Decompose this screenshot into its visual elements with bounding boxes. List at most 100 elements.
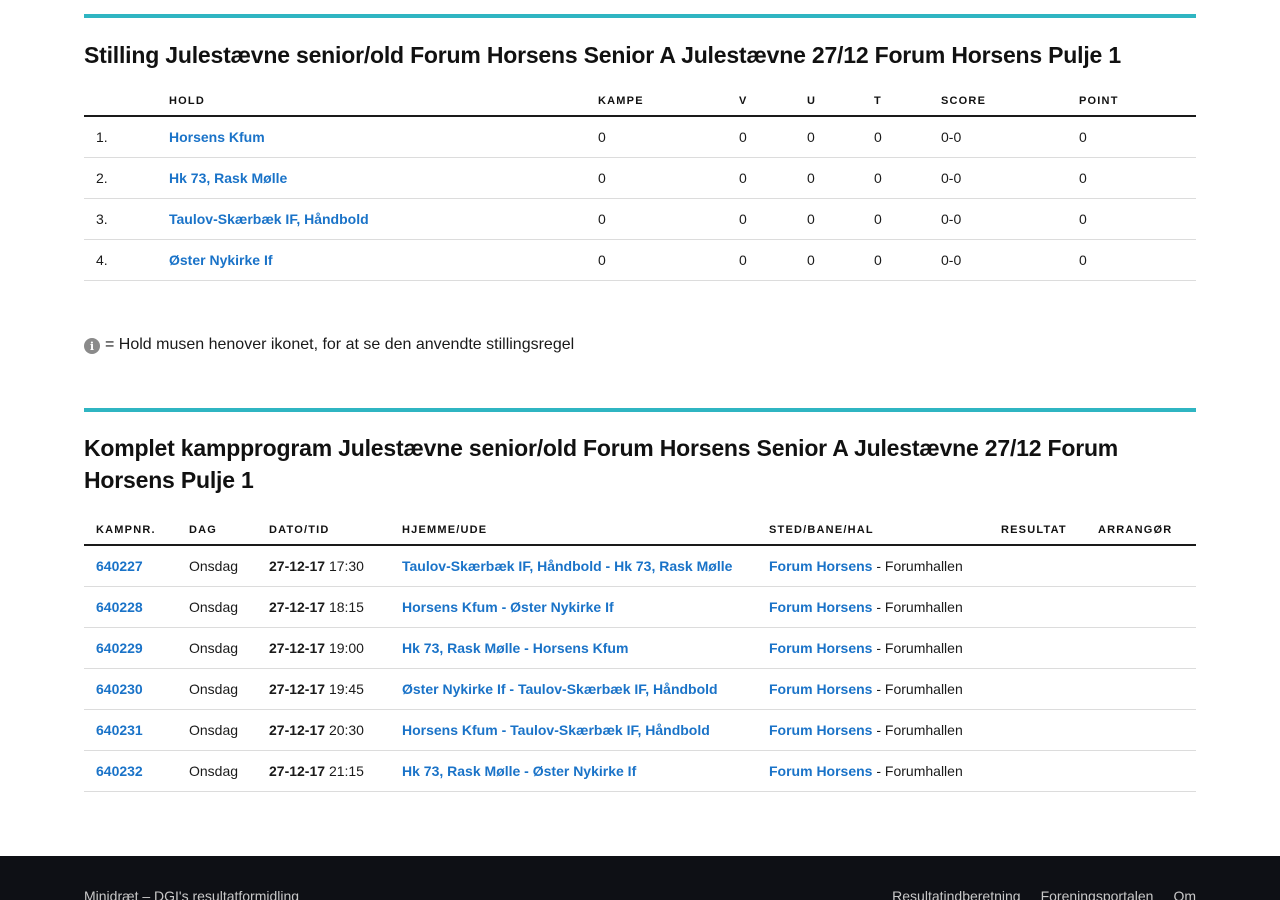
- program-title: Komplet kampprogram Julestævne senior/ol…: [84, 435, 1119, 493]
- match-number-link[interactable]: 640231: [96, 722, 143, 738]
- away-team-link[interactable]: Hk 73, Rask Mølle: [614, 558, 732, 574]
- match-teams: Øster Nykirke If - Taulov-Skærbæk IF, Hå…: [390, 668, 757, 710]
- col-header-dag: DAG: [177, 515, 257, 546]
- col-header-arrangor: ARRANGØR: [1086, 515, 1196, 546]
- col-header-pos: [84, 86, 157, 117]
- team-link[interactable]: Øster Nykirke If: [169, 252, 273, 268]
- match-date: 27-12-17: [269, 721, 326, 738]
- match-number-link[interactable]: 640232: [96, 763, 143, 779]
- away-team-link[interactable]: Taulov-Skærbæk IF, Håndbold: [510, 722, 710, 738]
- col-header-resultat: RESULTAT: [989, 515, 1086, 546]
- col-header-hjemme-ude: HJEMME/UDE: [390, 515, 757, 546]
- team-separator: -: [520, 639, 533, 656]
- venue-link[interactable]: Forum Horsens: [769, 599, 872, 615]
- match-number-link[interactable]: 640230: [96, 681, 143, 697]
- col-header-t[interactable]: T: [862, 86, 929, 117]
- match-number-cell: 640229: [84, 627, 177, 669]
- footer-link-foreningsportalen[interactable]: Foreningsportalen: [1041, 888, 1154, 900]
- col-header-point[interactable]: POINT: [1067, 86, 1196, 117]
- match-organizer: [1086, 627, 1196, 669]
- match-result: [989, 750, 1086, 792]
- venue-link[interactable]: Forum Horsens: [769, 681, 872, 697]
- venue-separator: -: [872, 721, 885, 738]
- match-time: 21:15: [328, 762, 364, 779]
- venue-link[interactable]: Forum Horsens: [769, 640, 872, 656]
- team-position: 3.: [84, 198, 157, 240]
- stat-point: 0: [1067, 239, 1196, 281]
- stat-u: 0: [795, 198, 862, 240]
- col-header-score[interactable]: SCORE: [929, 86, 1067, 117]
- match-venue: Forum Horsens - Forumhallen: [757, 586, 989, 628]
- team-link[interactable]: Horsens Kfum: [169, 129, 265, 145]
- match-organizer: [1086, 668, 1196, 710]
- program-section: Komplet kampprogram Julestævne senior/ol…: [84, 408, 1196, 792]
- standings-table: HOLD KAMPE V U T SCORE POINT 1. Horsens K…: [84, 86, 1196, 281]
- venue-link[interactable]: Forum Horsens: [769, 763, 872, 779]
- stat-t: 0: [862, 198, 929, 240]
- match-result: [989, 709, 1086, 751]
- home-team-link[interactable]: Horsens Kfum: [402, 722, 498, 738]
- match-day: Onsdag: [177, 668, 257, 710]
- match-number-link[interactable]: 640229: [96, 640, 143, 656]
- standings-header-row: HOLD KAMPE V U T SCORE POINT: [84, 86, 1196, 117]
- stat-u: 0: [795, 157, 862, 199]
- stat-kampe: 0: [586, 198, 727, 240]
- venue-link[interactable]: Forum Horsens: [769, 558, 872, 574]
- match-date: 27-12-17: [269, 639, 326, 656]
- match-datetime: 27-12-17 19:45: [257, 668, 390, 710]
- match-number-link[interactable]: 640228: [96, 599, 143, 615]
- team-link[interactable]: Hk 73, Rask Mølle: [169, 170, 287, 186]
- match-result: [989, 586, 1086, 628]
- away-team-link[interactable]: Øster Nykirke If: [533, 763, 637, 779]
- match-teams: Horsens Kfum - Taulov-Skærbæk IF, Håndbo…: [390, 709, 757, 751]
- team-link[interactable]: Taulov-Skærbæk IF, Håndbold: [169, 211, 369, 227]
- match-result: [989, 627, 1086, 669]
- col-header-u[interactable]: U: [795, 86, 862, 117]
- stat-point: 0: [1067, 198, 1196, 240]
- match-number-cell: 640231: [84, 709, 177, 751]
- table-row: 4. Øster Nykirke If 0 0 0 0 0-0 0: [84, 239, 1196, 281]
- col-header-kampe[interactable]: KAMPE: [586, 86, 727, 117]
- stat-kampe: 0: [586, 239, 727, 281]
- match-day: Onsdag: [177, 750, 257, 792]
- match-venue: Forum Horsens - Forumhallen: [757, 709, 989, 751]
- home-team-link[interactable]: Horsens Kfum: [402, 599, 498, 615]
- match-result: [989, 545, 1086, 587]
- stat-t: 0: [862, 157, 929, 199]
- col-header-hold[interactable]: HOLD: [157, 86, 586, 117]
- match-datetime: 27-12-17 20:30: [257, 709, 390, 751]
- venue-link[interactable]: Forum Horsens: [769, 722, 872, 738]
- table-row: 640230 Onsdag 27-12-17 19:45 Øster Nykirke …: [84, 668, 1196, 710]
- venue-separator: -: [872, 639, 885, 656]
- match-date: 27-12-17: [269, 762, 326, 779]
- stat-kampe: 0: [586, 157, 727, 199]
- away-team-link[interactable]: Øster Nykirke If: [510, 599, 614, 615]
- match-number-link[interactable]: 640227: [96, 558, 143, 574]
- table-row: 2. Hk 73, Rask Mølle 0 0 0 0 0-0 0: [84, 157, 1196, 199]
- stat-v: 0: [727, 157, 795, 199]
- col-header-sted: STED/BANE/HAL: [757, 515, 989, 546]
- note-text: = Hold musen henover ikonet, for at se d…: [105, 336, 575, 353]
- stat-score: 0-0: [929, 157, 1067, 199]
- program-header-row: KAMPNR. DAG DATO/TID HJEMME/UDE STED/BAN…: [84, 515, 1196, 546]
- team-separator: -: [601, 557, 615, 574]
- match-venue: Forum Horsens - Forumhallen: [757, 750, 989, 792]
- team-position: 2.: [84, 157, 157, 199]
- footer-link-resultatindberetning[interactable]: Resultatindberetning: [892, 888, 1020, 900]
- match-number-cell: 640230: [84, 668, 177, 710]
- stat-point: 0: [1067, 157, 1196, 199]
- away-team-link[interactable]: Horsens Kfum: [533, 640, 629, 656]
- match-number-cell: 640227: [84, 545, 177, 587]
- stat-score: 0-0: [929, 198, 1067, 240]
- home-team-link[interactable]: Taulov-Skærbæk IF, Håndbold: [402, 558, 602, 574]
- home-team-link[interactable]: Hk 73, Rask Mølle: [402, 640, 520, 656]
- stat-v: 0: [727, 116, 795, 158]
- home-team-link[interactable]: Øster Nykirke If: [402, 681, 506, 697]
- team-separator: -: [520, 762, 533, 779]
- info-icon[interactable]: i: [84, 338, 100, 354]
- col-header-v[interactable]: V: [727, 86, 795, 117]
- venue-separator: -: [872, 762, 885, 779]
- footer-link-om[interactable]: Om: [1173, 888, 1196, 900]
- away-team-link[interactable]: Taulov-Skærbæk IF, Håndbold: [518, 681, 718, 697]
- home-team-link[interactable]: Hk 73, Rask Mølle: [402, 763, 520, 779]
